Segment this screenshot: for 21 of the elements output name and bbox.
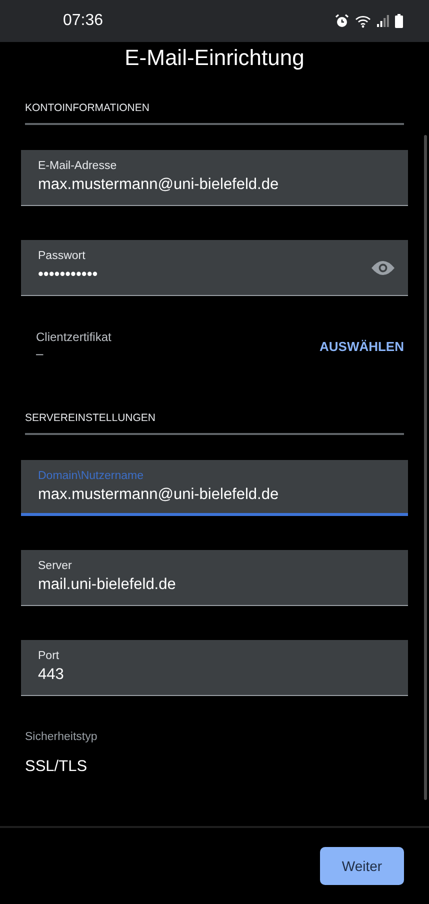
signal-icon xyxy=(377,15,389,27)
battery-icon xyxy=(395,14,403,28)
certificate-value: – xyxy=(36,345,44,363)
next-button[interactable]: Weiter xyxy=(320,847,404,885)
input-field[interactable]: Domain\Nutzername max.mustermann@uni-bielefeld.de xyxy=(21,460,408,516)
scrollbar[interactable] xyxy=(424,135,427,800)
input-field[interactable]: Port 443 xyxy=(21,640,408,696)
status-time: 07:36 xyxy=(63,12,104,30)
select-button[interactable]: AUSWÄHLEN xyxy=(320,338,404,354)
input-field[interactable]: E-Mail-Adresse max.mustermann@uni-bielefeld.de xyxy=(21,150,408,206)
section-heading: SERVEREINSTELLUNGEN xyxy=(25,411,157,425)
alarm-icon xyxy=(335,14,349,28)
screen-title: E-Mail-Einrichtung xyxy=(124,45,306,71)
section-heading: KONTOINFORMATIONEN xyxy=(25,101,150,115)
input-field[interactable]: Server mail.uni-bielefeld.de xyxy=(21,550,408,606)
input-field[interactable]: Passwort ••••••••••• xyxy=(21,240,408,296)
security-type-label: Sicherheitstyp xyxy=(25,730,98,744)
wifi-icon xyxy=(355,14,371,28)
eye-icon[interactable] xyxy=(371,260,395,276)
certificate-label: Clientzertifikat xyxy=(36,329,112,345)
security-type-dropdown[interactable]: SSL/TLS xyxy=(25,757,88,777)
